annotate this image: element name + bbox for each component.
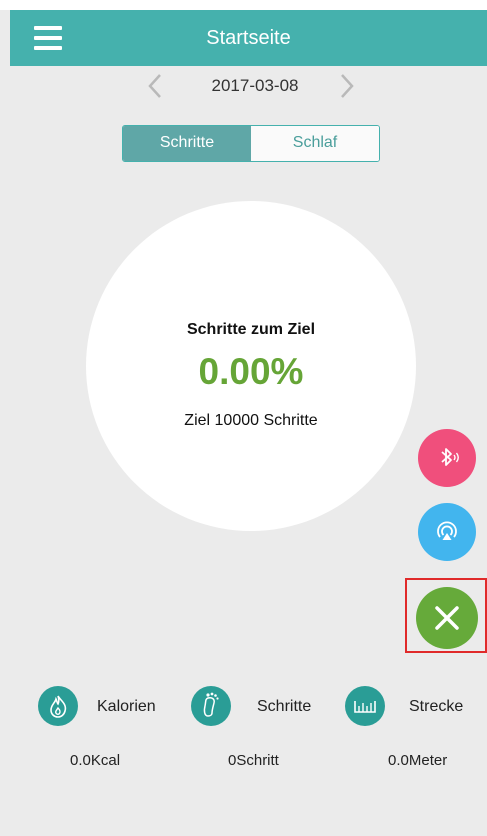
- stat-value-schritte: 0Schritt: [228, 752, 279, 769]
- app-header: Startseite: [10, 10, 487, 66]
- page-title: Startseite: [206, 27, 291, 49]
- close-icon: [435, 606, 459, 630]
- current-date: 2017-03-08: [211, 76, 299, 95]
- footprint-icon: [191, 686, 231, 726]
- date-navigator: 2017-03-08: [10, 66, 487, 106]
- mode-switch: Schritte Schlaf: [122, 125, 380, 162]
- stat-label-kalorien: Kalorien: [97, 698, 156, 715]
- stat-label-schritte: Schritte: [257, 698, 312, 715]
- top-border: [0, 0, 487, 10]
- tab-schritte[interactable]: Schritte: [123, 126, 251, 161]
- bluetooth-icon: [441, 448, 459, 466]
- stat-value-strecke: 0.0Meter: [388, 752, 448, 769]
- progress-circle: Schritte zum Ziel 0.00% Ziel 10000 Schri…: [86, 201, 416, 531]
- progress-title: Schritte zum Ziel: [186, 321, 316, 338]
- bluetooth-button[interactable]: [418, 429, 476, 487]
- sync-button[interactable]: [418, 503, 476, 561]
- goal-text: Ziel 10000 Schritte: [184, 412, 318, 429]
- close-button[interactable]: [416, 587, 478, 649]
- ruler-icon: [345, 686, 385, 726]
- stat-label-strecke: Strecke: [409, 698, 464, 715]
- chevron-right-icon[interactable]: [335, 72, 359, 100]
- stat-value-kalorien: 0.0Kcal: [70, 752, 121, 769]
- stats-row: Kalorien Schritte Strecke: [0, 686, 487, 732]
- progress-percent: 0.00%: [198, 351, 304, 392]
- flame-icon: [38, 686, 78, 726]
- tab-schlaf[interactable]: Schlaf: [251, 126, 379, 161]
- chevron-left-icon[interactable]: [143, 72, 167, 100]
- sync-icon: [437, 521, 457, 540]
